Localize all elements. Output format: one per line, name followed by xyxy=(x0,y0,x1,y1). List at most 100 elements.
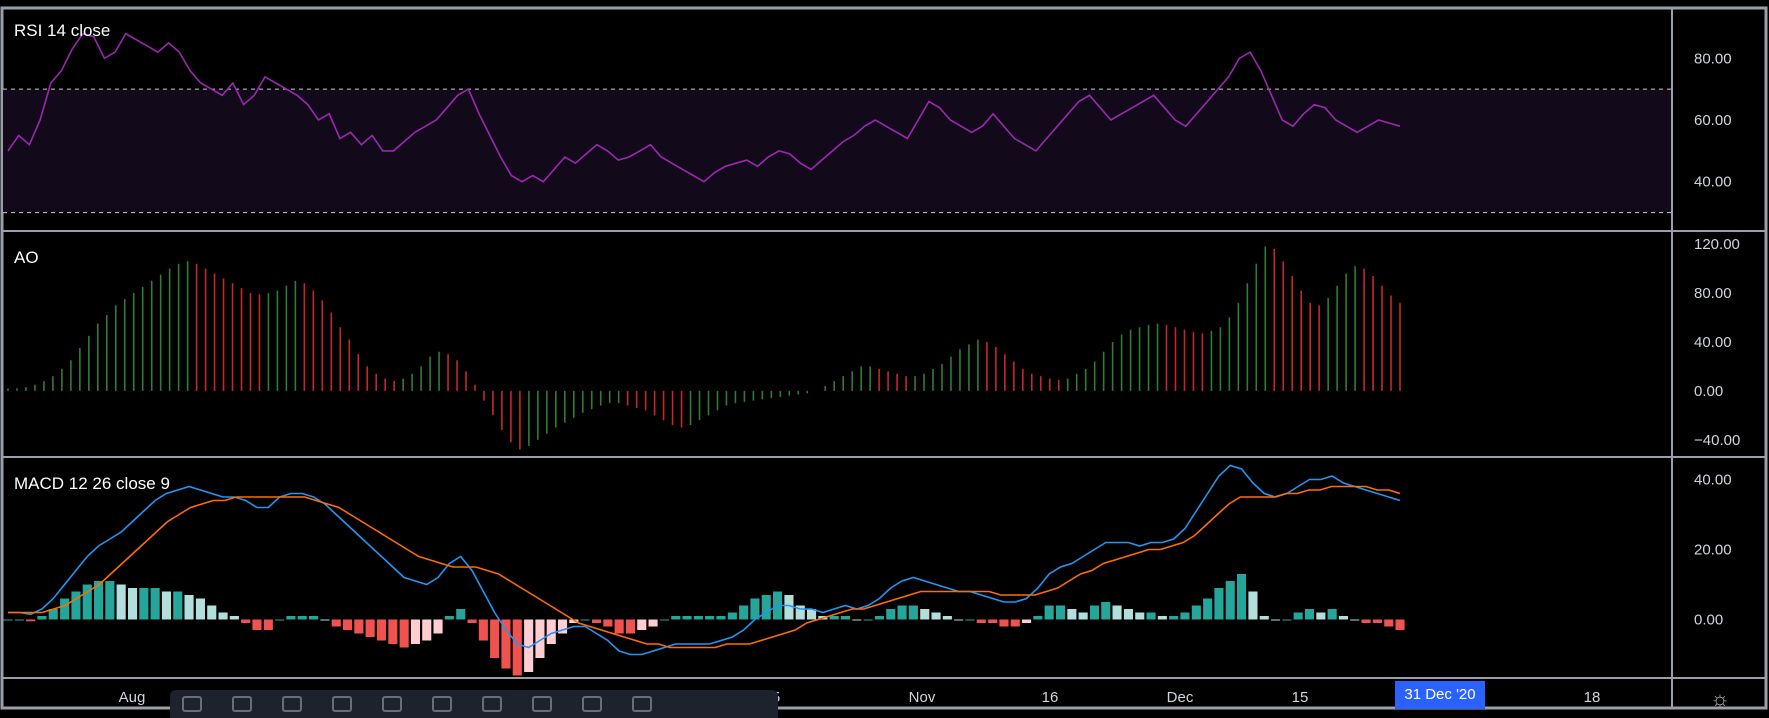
macd-histogram-bar xyxy=(37,616,47,620)
macd-histogram-bar xyxy=(1304,609,1314,620)
macd-histogram-bar xyxy=(1089,605,1099,620)
time-label-16: 16 xyxy=(1042,689,1059,706)
macd-histogram-bar xyxy=(761,595,771,620)
macd-histogram-bar xyxy=(1169,616,1179,620)
rsi-tick-label: 40.00 xyxy=(1694,174,1732,191)
time-label-nov: Nov xyxy=(909,689,936,706)
select-tool-icon[interactable] xyxy=(182,696,202,712)
ao-tick-label: 120.00 xyxy=(1694,236,1740,253)
macd-histogram-bar xyxy=(422,619,432,641)
macd-histogram-bar xyxy=(150,588,160,620)
macd-histogram-bar xyxy=(908,605,918,620)
trend-line-icon[interactable] xyxy=(232,696,252,712)
zoom-icon[interactable] xyxy=(582,696,602,712)
macd-histogram-bar xyxy=(1033,616,1043,620)
macd-histogram-bar xyxy=(988,619,998,623)
macd-histogram-bar xyxy=(71,591,81,620)
macd-histogram-bar xyxy=(705,616,715,620)
macd-histogram-bar xyxy=(286,616,296,620)
macd-histogram-bar xyxy=(648,619,658,627)
macd-histogram-bar xyxy=(388,619,398,644)
macd-histogram-bar xyxy=(897,605,907,620)
macd-histogram-bar xyxy=(592,619,602,623)
macd-histogram-bar xyxy=(716,616,726,620)
macd-histogram-bar xyxy=(1384,619,1394,627)
rsi-label[interactable]: RSI 14 close xyxy=(14,21,110,40)
time-label-15: 15 xyxy=(1292,689,1309,706)
macd-histogram-bar xyxy=(1022,619,1032,623)
macd-histogram-bar xyxy=(1157,616,1167,620)
macd-histogram-bar xyxy=(829,616,839,620)
macd-histogram-bar xyxy=(105,581,115,620)
drawing-toolbar[interactable] xyxy=(170,690,778,718)
fib-tool-icon[interactable] xyxy=(332,696,352,712)
macd-histogram-bar xyxy=(309,616,319,620)
macd-histogram-bar xyxy=(1112,605,1122,620)
macd-histogram-bar xyxy=(410,619,420,644)
chart-canvas[interactable]: RSI 14 close 80.00 60.00 40.00 AO 120.00 80… xyxy=(0,0,1769,718)
rsi-tick-label: 80.00 xyxy=(1694,50,1732,67)
macd-histogram-bar xyxy=(1327,609,1337,620)
macd-histogram-bar xyxy=(501,619,511,669)
macd-histogram-bar xyxy=(207,605,217,620)
macd-histogram-bar xyxy=(1067,609,1077,620)
macd-histogram-bar xyxy=(693,616,703,620)
macd-histogram-bar xyxy=(1372,619,1382,623)
macd-histogram-bar xyxy=(218,612,228,620)
macd-histogram-bar xyxy=(14,619,24,621)
macd-histogram-bar xyxy=(739,605,749,620)
macd-histogram-bar xyxy=(1146,612,1156,620)
rsi-tick-label: 60.00 xyxy=(1694,112,1732,129)
ao-label[interactable]: AO xyxy=(14,248,39,267)
time-label-18: 18 xyxy=(1584,689,1601,706)
macd-histogram-bar xyxy=(727,612,737,620)
ao-tick-label: 80.00 xyxy=(1694,285,1732,302)
pattern-icon[interactable] xyxy=(382,696,402,712)
macd-histogram-bar xyxy=(1203,598,1213,620)
layers-icon[interactable] xyxy=(482,696,502,712)
macd-histogram-bar xyxy=(659,619,669,621)
ao-tick-label: 40.00 xyxy=(1694,334,1732,351)
trash-icon[interactable] xyxy=(632,696,652,712)
macd-histogram-bar xyxy=(1225,581,1235,620)
brush-icon[interactable] xyxy=(282,696,302,712)
text-tool-icon[interactable] xyxy=(432,696,452,712)
macd-histogram-bar xyxy=(1316,612,1326,620)
macd-histogram-bar xyxy=(1044,605,1054,620)
macd-histogram-bar xyxy=(682,616,692,620)
macd-histogram-bar xyxy=(116,584,126,620)
macd-histogram-bar xyxy=(1135,612,1145,620)
macd-histogram-bar xyxy=(954,619,964,621)
macd-histogram-bar xyxy=(931,612,941,620)
macd-histogram-bar xyxy=(1010,619,1020,627)
crosshair-date-badge: 31 Dec '20 xyxy=(1395,681,1485,709)
macd-histogram-bar xyxy=(478,619,488,641)
macd-histogram-bar xyxy=(331,619,341,627)
macd-histogram-bar xyxy=(467,619,477,623)
macd-histogram-bar xyxy=(1214,588,1224,620)
macd-histogram-bar xyxy=(1350,619,1360,621)
macd-histogram-bar xyxy=(1237,574,1247,620)
macd-histogram-bar xyxy=(161,591,171,620)
rsi-band-fill xyxy=(3,89,1671,213)
gear-icon[interactable]: ☼ xyxy=(1708,687,1732,711)
time-label-dec: Dec xyxy=(1167,689,1194,706)
macd-histogram-bar xyxy=(3,619,13,621)
macd-histogram-bar xyxy=(637,619,647,630)
macd-histogram-bar xyxy=(512,619,522,676)
macd-histogram-bar xyxy=(614,619,624,634)
macd-label[interactable]: MACD 12 26 close 9 xyxy=(14,474,170,493)
time-label-aug: Aug xyxy=(119,689,146,706)
macd-histogram-bar xyxy=(1180,612,1190,620)
macd-histogram-bar xyxy=(320,619,330,621)
macd-histogram-bar xyxy=(343,619,353,630)
macd-histogram-bar xyxy=(942,616,952,620)
macd-histogram-bar xyxy=(886,609,896,620)
macd-histogram-bar xyxy=(26,619,36,622)
macd-histogram-bar xyxy=(229,616,239,620)
macd-histogram-bar xyxy=(863,619,873,621)
macd-histogram-bar xyxy=(456,609,466,620)
macd-histogram-bar xyxy=(241,619,251,623)
measure-icon[interactable] xyxy=(532,696,552,712)
macd-histogram-bar xyxy=(263,619,273,630)
